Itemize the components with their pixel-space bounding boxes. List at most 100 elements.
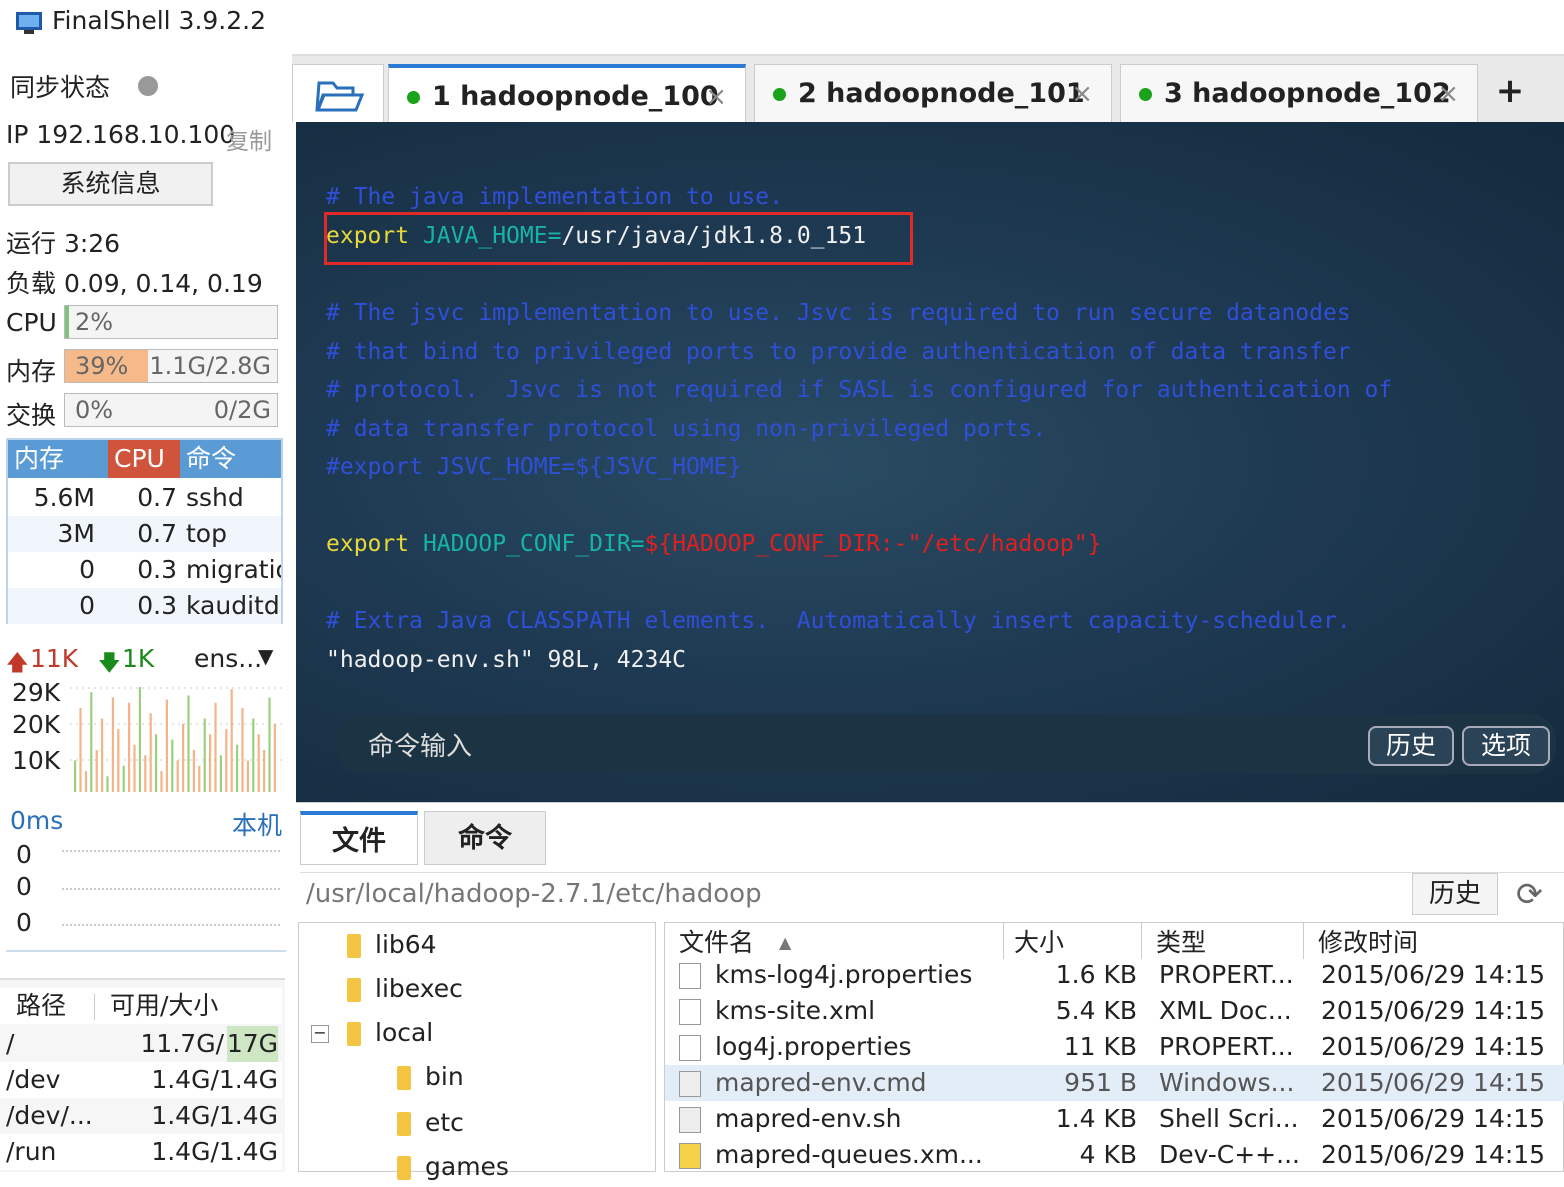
refresh-icon[interactable]: ⟳ <box>1516 875 1543 913</box>
net-bar <box>176 760 179 792</box>
net-bar <box>122 765 125 792</box>
ping-scale-label: 0 <box>16 872 32 901</box>
code-keyword: export <box>326 531 410 557</box>
file-type: Windows... <box>1159 1068 1295 1097</box>
proc-header-mem[interactable]: 内存 <box>8 440 108 478</box>
tab-hadoopnode-100[interactable]: 1 hadoopnode_100 × <box>388 64 746 122</box>
tree-item[interactable]: lib64 <box>347 925 437 965</box>
tree-item[interactable]: etc <box>397 1103 464 1143</box>
tree-item-label: lib64 <box>375 930 437 959</box>
file-icon <box>679 963 701 989</box>
file-header-size[interactable]: 大小 <box>1003 923 1064 959</box>
ping-gridline <box>62 924 280 926</box>
close-icon[interactable]: × <box>1071 65 1093 123</box>
file-header-modified[interactable]: 修改时间 <box>1303 923 1418 959</box>
process-row[interactable]: 0 0.3 migratio <box>8 552 281 588</box>
file-row[interactable]: kms-log4j.properties 1.6 KB PROPERT... 2… <box>665 957 1564 993</box>
network-interface-select[interactable]: ens... <box>194 644 262 673</box>
cpu-label: CPU <box>6 308 57 337</box>
folder-icon <box>347 978 361 1002</box>
process-table: 内存 CPU 命令 5.6M 0.7 sshd 3M 0.7 top 0 0.3… <box>6 438 283 624</box>
swap-value: 0/2G <box>213 396 271 424</box>
file-row[interactable]: mapred-queues.xm... 4 KB Dev-C++... 2015… <box>665 1137 1564 1173</box>
disk-path: / <box>6 1029 15 1058</box>
net-bar <box>133 744 136 792</box>
ping-host[interactable]: 本机 <box>232 806 282 842</box>
system-info-button[interactable]: 系统信息 <box>8 162 213 206</box>
process-row[interactable]: 3M 0.7 top <box>8 516 281 552</box>
history-button[interactable]: 历史 <box>1368 726 1454 766</box>
net-bar <box>225 729 228 792</box>
process-cmd: sshd <box>186 483 244 512</box>
swap-percent: 0% <box>75 396 114 424</box>
file-row[interactable]: log4j.properties 11 KB PROPERT... 2015/0… <box>665 1029 1564 1065</box>
process-row[interactable]: 5.6M 0.7 sshd <box>8 480 281 516</box>
cpu-value: 2% <box>75 308 114 336</box>
sync-status-icon <box>138 76 158 96</box>
path-input[interactable]: /usr/local/hadoop-2.7.1/etc/hadoop <box>306 879 762 909</box>
process-cpu: 0.7 <box>137 483 177 512</box>
chevron-down-icon[interactable]: ▼ <box>258 644 273 668</box>
copy-ip-link[interactable]: 复制 <box>226 122 272 156</box>
options-button[interactable]: 选项 <box>1462 726 1550 766</box>
close-icon[interactable]: × <box>1437 65 1459 123</box>
tree-item-label: bin <box>425 1062 464 1091</box>
file-type: Shell Scri... <box>1159 1104 1299 1133</box>
disk-row[interactable]: /run 1.4G/1.4G <box>0 1134 282 1170</box>
file-size: 1.4 KB <box>1055 1104 1137 1133</box>
net-bar <box>128 702 131 792</box>
collapse-icon[interactable]: − <box>311 1025 329 1043</box>
tree-item[interactable]: bin <box>397 1057 464 1097</box>
file-row[interactable]: kms-site.xml 5.4 KB XML Doc... 2015/06/2… <box>665 993 1564 1029</box>
disk-table-header: 路径 可用/大小 <box>0 988 282 1024</box>
net-bar <box>263 750 266 792</box>
folder-icon <box>347 934 361 958</box>
command-input[interactable]: 命令输入 <box>368 726 472 763</box>
net-bar <box>138 687 141 792</box>
tab-files[interactable]: 文件 <box>300 811 418 865</box>
proc-header-cmd[interactable]: 命令 <box>180 440 281 478</box>
disk-row[interactable]: /dev/... 1.4G/1.4G <box>0 1098 282 1134</box>
process-cmd: top <box>186 519 227 548</box>
tab-commands[interactable]: 命令 <box>424 811 546 865</box>
net-scale-label: 29K <box>12 678 61 707</box>
sort-asc-icon: ▲ <box>779 933 792 952</box>
tab-hadoopnode-101[interactable]: 2 hadoopnode_101 × <box>754 64 1112 122</box>
disk-path: /run <box>6 1137 57 1166</box>
ping-scale-label: 0 <box>16 840 32 869</box>
folder-icon <box>347 1022 361 1046</box>
file-header-type[interactable]: 类型 <box>1141 923 1206 959</box>
net-bar <box>74 760 77 792</box>
folder-icon <box>397 1112 411 1136</box>
file-size: 4 KB <box>1079 1140 1137 1169</box>
file-modified: 2015/06/29 14:15 <box>1321 996 1546 1025</box>
disk-header-path[interactable]: 路径 <box>16 988 66 1024</box>
path-history-button[interactable]: 历史 <box>1412 873 1498 915</box>
load-average: 负载 0.09, 0.14, 0.19 <box>6 269 263 298</box>
tab-hadoopnode-102[interactable]: 3 hadoopnode_102 × <box>1120 64 1478 122</box>
disk-row[interactable]: /dev 1.4G/1.4G <box>0 1062 282 1098</box>
file-name: mapred-env.cmd <box>715 1068 927 1097</box>
file-row[interactable]: mapred-env.sh 1.4 KB Shell Scri... 2015/… <box>665 1101 1564 1137</box>
tree-item[interactable]: local <box>347 1013 433 1053</box>
tree-item[interactable]: games <box>397 1147 509 1187</box>
upload-speed: 11K <box>30 644 79 673</box>
code-variable: HADOOP_CONF_DIR= <box>422 531 645 557</box>
disk-header-size[interactable]: 可用/大小 <box>110 988 218 1024</box>
file-row-selected[interactable]: mapred-env.cmd 951 B Windows... 2015/06/… <box>665 1065 1564 1101</box>
net-bar <box>106 776 109 792</box>
tree-item[interactable]: libexec <box>347 969 463 1009</box>
file-header-name[interactable]: 文件名 <box>679 923 754 959</box>
disk-row[interactable]: / 11.7G/ 17G <box>0 1026 282 1062</box>
cpu-meter-fill <box>65 306 70 338</box>
open-folder-button[interactable] <box>292 64 384 122</box>
net-bar <box>209 734 212 792</box>
process-row[interactable]: 0 0.3 kauditd <box>8 588 281 624</box>
file-size: 1.6 KB <box>1055 960 1137 989</box>
proc-header-cpu[interactable]: CPU <box>108 440 180 478</box>
add-tab-button[interactable]: + <box>1484 64 1536 122</box>
process-mem: 3M <box>57 519 95 548</box>
close-icon[interactable]: × <box>705 68 727 126</box>
net-bar <box>252 718 255 792</box>
net-bar <box>214 702 217 792</box>
